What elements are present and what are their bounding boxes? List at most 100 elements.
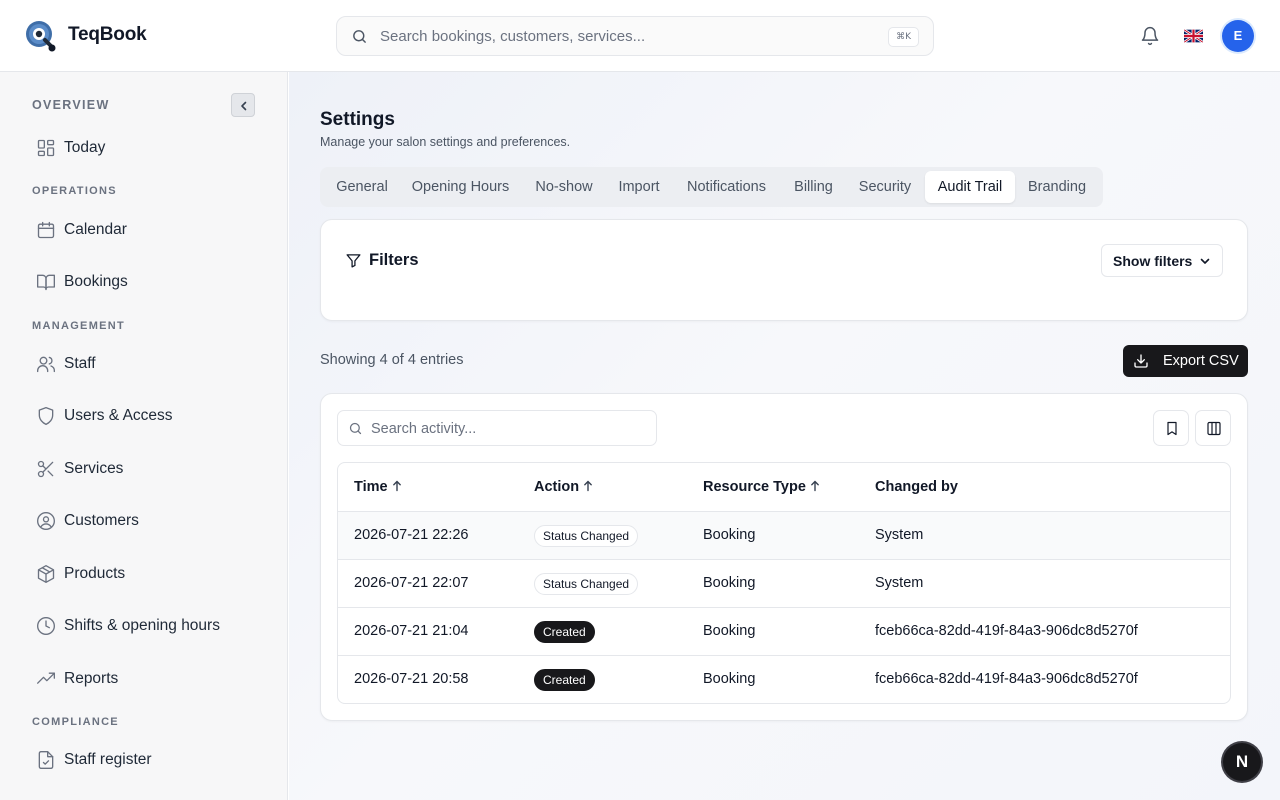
arrow-up-icon bbox=[392, 480, 401, 492]
table-row[interactable]: 2026-07-21 21:04 Created Booking fceb66c… bbox=[338, 607, 1230, 655]
action-badge: Created bbox=[534, 621, 595, 643]
cell-time: 2026-07-21 22:26 bbox=[354, 527, 469, 543]
cell-changed-by: System bbox=[875, 575, 924, 591]
action-badge: Status Changed bbox=[534, 573, 639, 595]
arrow-up-icon bbox=[584, 480, 593, 492]
sidebar-item-users-access[interactable]: Users & Access bbox=[24, 396, 272, 436]
sidebar-item-calendar[interactable]: Calendar bbox=[24, 210, 272, 250]
sidebar-item-products[interactable]: Products bbox=[24, 554, 272, 594]
activity-card: Search activity... Time Action Resource … bbox=[320, 393, 1248, 721]
sidebar-item-label: Today bbox=[64, 139, 106, 156]
cell-time: 2026-07-21 22:07 bbox=[354, 575, 469, 591]
show-filters-button[interactable]: Show filters bbox=[1101, 244, 1223, 277]
cell-resource-type: Booking bbox=[703, 671, 756, 687]
column-header-resource-type[interactable]: Resource Type bbox=[703, 463, 820, 511]
audit-table: Time Action Resource Type Changed by 202… bbox=[337, 462, 1231, 704]
section-operations: OPERATIONS bbox=[32, 185, 117, 197]
sidebar-item-today[interactable]: Today bbox=[24, 128, 272, 168]
saved-views-button[interactable] bbox=[1153, 410, 1189, 446]
sidebar-item-staff[interactable]: Staff bbox=[24, 344, 272, 384]
column-header-changed-by: Changed by bbox=[875, 479, 958, 495]
cell-time: 2026-07-21 20:58 bbox=[354, 671, 469, 687]
sidebar-item-services[interactable]: Services bbox=[24, 449, 272, 489]
user-avatar[interactable]: E bbox=[1222, 20, 1254, 52]
page-subtitle: Manage your salon settings and preferenc… bbox=[320, 135, 571, 149]
cell-changed-by: fceb66ca-82dd-419f-84a3-906dc8d5270f bbox=[875, 623, 1138, 639]
cell-resource-type: Booking bbox=[703, 575, 756, 591]
settings-tabs: General Opening Hours No-show Import Not… bbox=[320, 167, 1103, 207]
cell-changed-by: fceb66ca-82dd-419f-84a3-906dc8d5270f bbox=[875, 671, 1138, 687]
collapse-sidebar-button[interactable] bbox=[231, 93, 255, 117]
action-badge: Status Changed bbox=[534, 525, 639, 547]
sidebar-item-shifts[interactable]: Shifts & opening hours bbox=[24, 606, 272, 646]
tab-branding[interactable]: Branding bbox=[1016, 171, 1098, 203]
cell-changed-by: System bbox=[875, 527, 924, 543]
sidebar-item-label: Customers bbox=[64, 512, 139, 529]
export-csv-button[interactable]: Export CSV bbox=[1123, 345, 1248, 377]
clock-icon bbox=[37, 617, 55, 635]
tab-billing[interactable]: Billing bbox=[781, 171, 846, 203]
users-icon bbox=[37, 356, 55, 373]
sidebar-item-label: Calendar bbox=[64, 221, 127, 238]
sidebar-item-label: Shifts & opening hours bbox=[64, 617, 220, 634]
action-badge: Created bbox=[534, 669, 595, 691]
cell-resource-type: Booking bbox=[703, 623, 756, 639]
page-title: Settings bbox=[320, 109, 395, 130]
sidebar-item-label: Users & Access bbox=[64, 407, 173, 424]
file-check-icon bbox=[38, 751, 54, 769]
uk-flag-icon[interactable] bbox=[1184, 29, 1203, 43]
cell-resource-type: Booking bbox=[703, 527, 756, 543]
bell-icon[interactable] bbox=[1140, 26, 1160, 46]
shortcut-hint: ⌘K bbox=[888, 27, 919, 47]
activity-search-placeholder: Search activity... bbox=[371, 421, 477, 437]
section-compliance: COMPLIANCE bbox=[32, 716, 119, 728]
sidebar-item-label: Reports bbox=[64, 670, 119, 687]
download-icon bbox=[1134, 354, 1148, 368]
chevron-down-icon bbox=[1200, 258, 1210, 264]
tab-audit-trail[interactable]: Audit Trail bbox=[925, 171, 1015, 203]
tab-opening-hours[interactable]: Opening Hours bbox=[399, 171, 522, 203]
section-management: MANAGEMENT bbox=[32, 320, 126, 332]
global-search-input[interactable]: Search bookings, customers, services... … bbox=[336, 16, 934, 56]
column-header-action[interactable]: Action bbox=[534, 463, 593, 511]
bookmark-icon bbox=[1167, 421, 1177, 436]
sidebar: OVERVIEW Today OPERATIONS Calendar Booki… bbox=[0, 72, 288, 800]
sidebar-item-customers[interactable]: Customers bbox=[24, 501, 272, 541]
top-header: TeqBook Search bookings, customers, serv… bbox=[0, 0, 1280, 72]
section-overview: OVERVIEW bbox=[32, 98, 110, 112]
teqbook-logo-icon[interactable] bbox=[24, 19, 58, 53]
table-row[interactable]: 2026-07-21 22:26 Status Changed Booking … bbox=[338, 511, 1230, 559]
calendar-icon bbox=[37, 221, 55, 239]
column-header-time[interactable]: Time bbox=[354, 463, 402, 511]
search-placeholder: Search bookings, customers, services... bbox=[380, 28, 646, 45]
sidebar-item-label: Products bbox=[64, 565, 126, 582]
tab-notifications[interactable]: Notifications bbox=[672, 171, 781, 203]
table-row[interactable]: 2026-07-21 20:58 Created Booking fceb66c… bbox=[338, 655, 1230, 703]
table-row[interactable]: 2026-07-21 22:07 Status Changed Booking … bbox=[338, 559, 1230, 607]
book-open-icon bbox=[37, 274, 55, 291]
cell-time: 2026-07-21 21:04 bbox=[354, 623, 469, 639]
sidebar-item-label: Staff register bbox=[64, 751, 152, 768]
package-icon bbox=[37, 565, 55, 583]
tab-no-show[interactable]: No-show bbox=[522, 171, 606, 203]
app-name[interactable]: TeqBook bbox=[68, 24, 147, 46]
sidebar-item-label: Bookings bbox=[64, 273, 128, 290]
search-icon bbox=[353, 30, 366, 43]
tab-security[interactable]: Security bbox=[846, 171, 924, 203]
shield-icon bbox=[38, 407, 54, 425]
scissors-icon bbox=[37, 460, 54, 478]
sidebar-item-label: Staff bbox=[64, 355, 96, 372]
sidebar-item-bookings[interactable]: Bookings bbox=[24, 262, 272, 302]
floating-n-button[interactable]: N bbox=[1223, 743, 1261, 781]
sidebar-item-reports[interactable]: Reports bbox=[24, 659, 272, 699]
columns-button[interactable] bbox=[1195, 410, 1231, 446]
filter-icon bbox=[346, 254, 361, 268]
activity-search-input[interactable]: Search activity... bbox=[337, 410, 657, 446]
tab-general[interactable]: General bbox=[325, 171, 399, 203]
trending-up-icon bbox=[37, 672, 55, 684]
columns-icon bbox=[1207, 421, 1221, 436]
user-circle-icon bbox=[37, 512, 55, 530]
tab-import[interactable]: Import bbox=[606, 171, 672, 203]
export-csv-label: Export CSV bbox=[1163, 353, 1239, 369]
sidebar-item-staff-register[interactable]: Staff register bbox=[24, 740, 272, 780]
